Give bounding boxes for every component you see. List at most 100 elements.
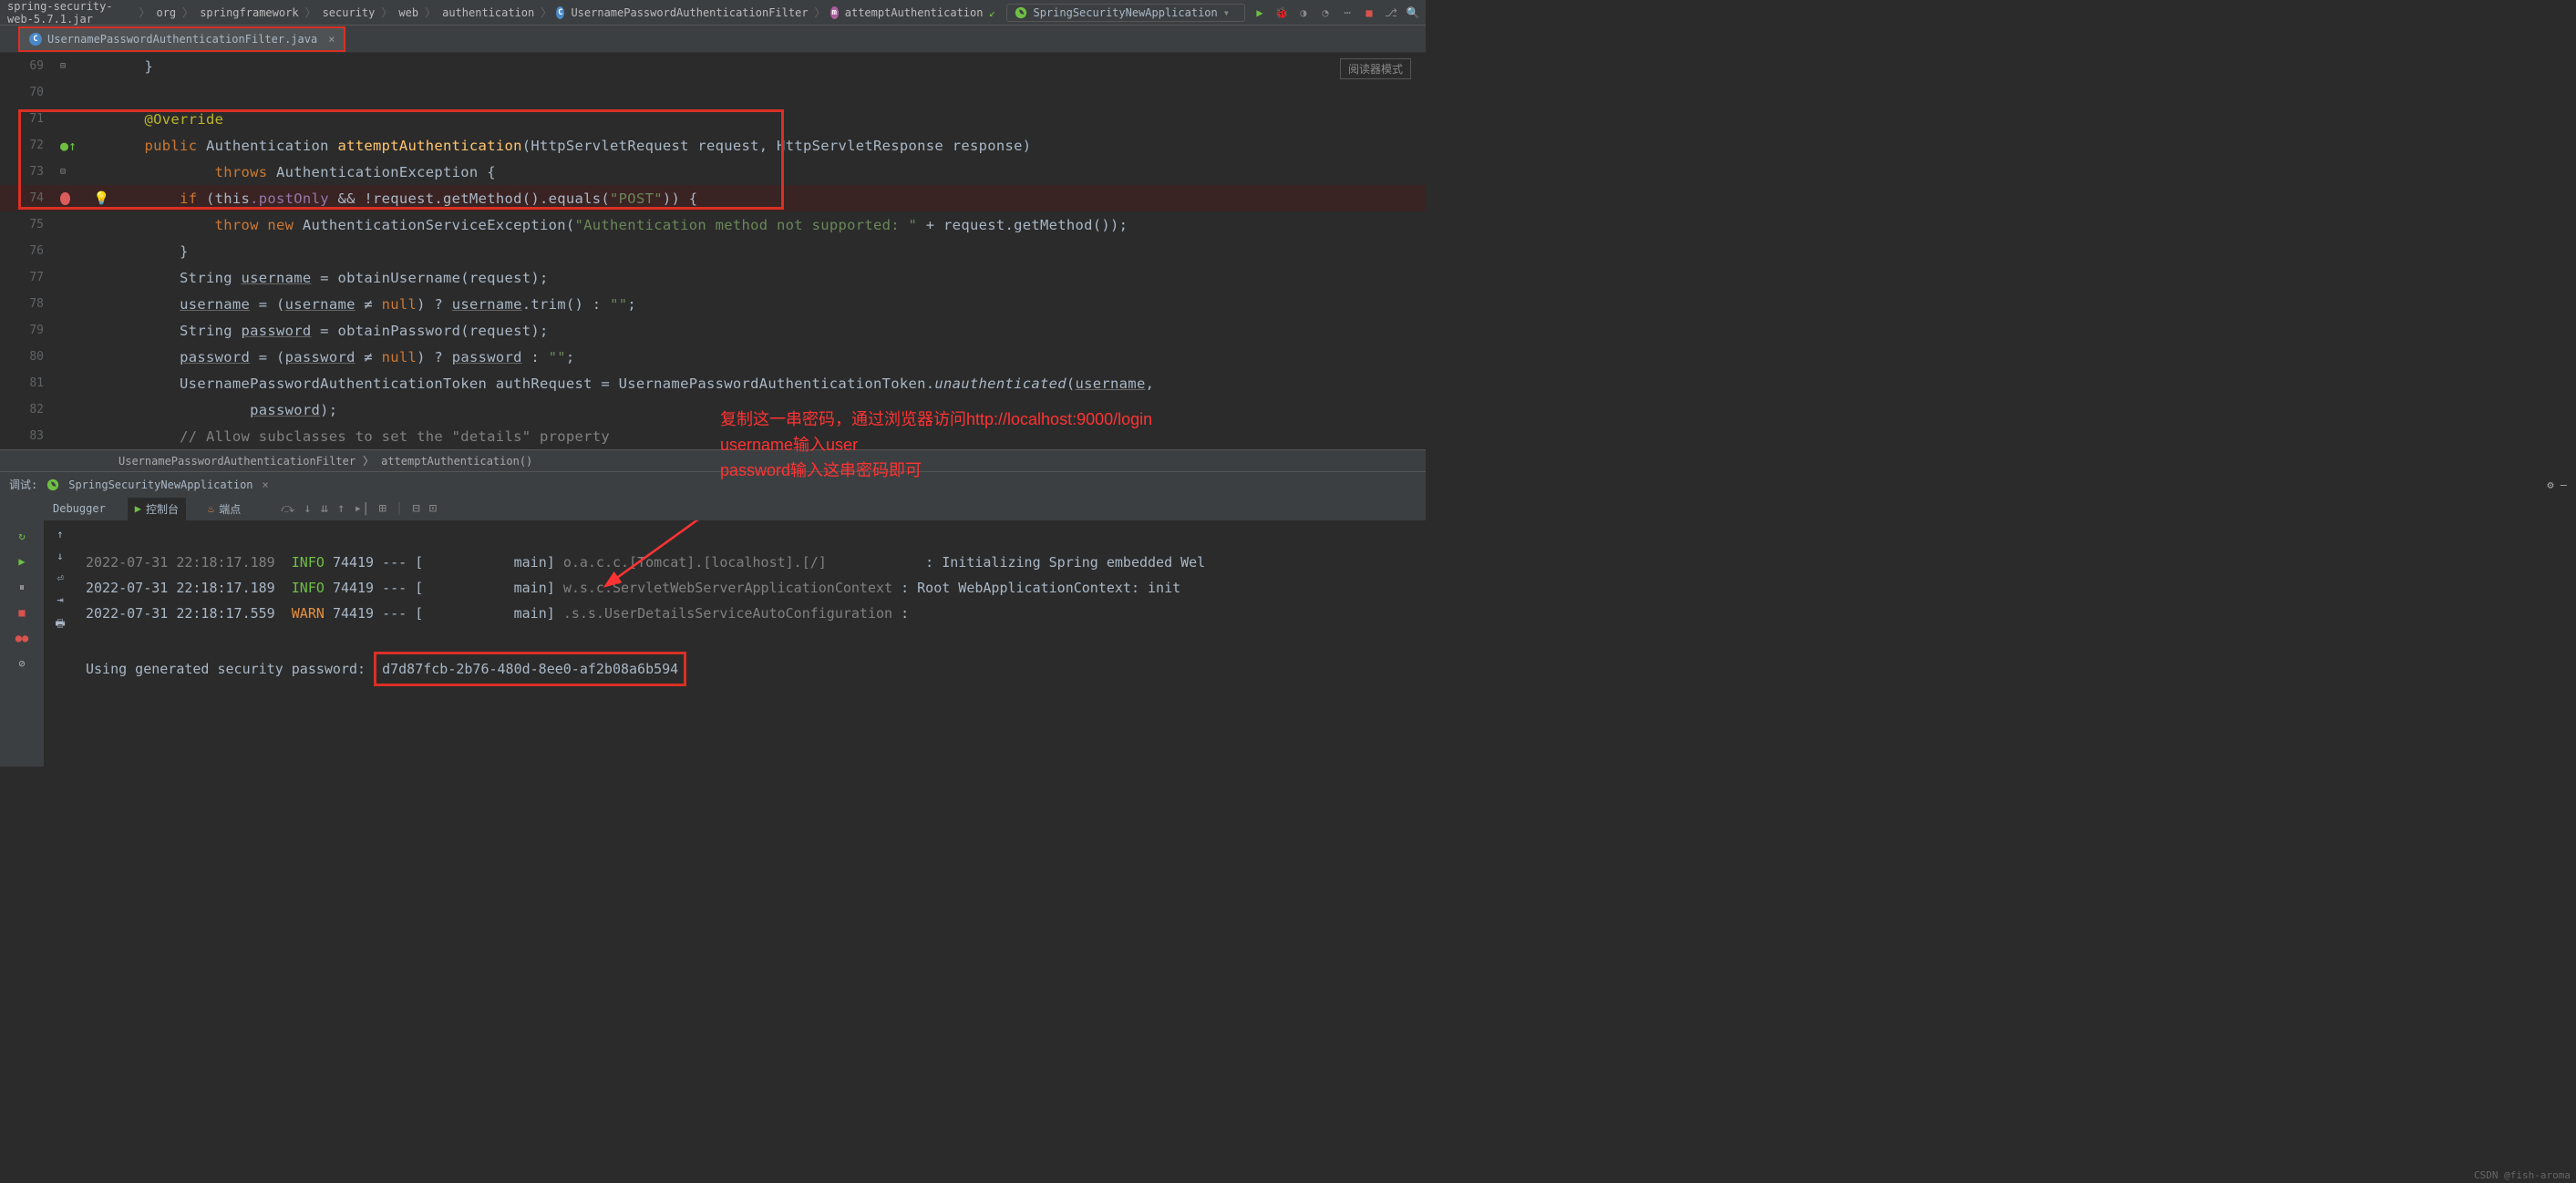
- soft-wrap-icon[interactable]: ⏎: [57, 571, 63, 584]
- coverage-icon[interactable]: ◑: [1296, 5, 1311, 20]
- chevron-right-icon: 〉: [182, 5, 193, 20]
- chevron-right-icon: 〉: [139, 5, 149, 20]
- line-number: 75: [0, 218, 55, 231]
- console-output[interactable]: 2022-07-31 22:18:17.189 INFO 74419 --- […: [77, 520, 1426, 766]
- gear-icon[interactable]: ⚙ —: [2547, 478, 2567, 491]
- breadcrumb: spring-security-web-5.7.1.jar 〉 org 〉 sp…: [5, 0, 984, 26]
- threads-icon[interactable]: ⊡: [429, 501, 437, 516]
- method-icon: m: [830, 6, 839, 19]
- mute-breakpoints-icon[interactable]: ⊘: [14, 655, 30, 672]
- chevron-right-icon: 〉: [305, 5, 316, 20]
- step-over-icon[interactable]: ⤼: [281, 501, 294, 516]
- stop-icon[interactable]: ■: [14, 604, 30, 621]
- console-panel: ↻ ▶ ⏸ ■ ●● ⊘ ↑ ↓ ⏎ ⇥ 🖶 2022-07-31 22:18:…: [0, 520, 1426, 766]
- rerun-icon[interactable]: ↻: [14, 528, 30, 544]
- toolbar-right: ↙ SpringSecurityNewApplication ▾ ▶ 🐞 ◑ ◔…: [984, 4, 1420, 22]
- breadcrumb-web[interactable]: web: [397, 6, 420, 19]
- breadcrumb-springframework[interactable]: springframework: [198, 6, 300, 19]
- code-line: if (this.postOnly && !request.getMethod(…: [109, 190, 697, 207]
- lightbulb-icon[interactable]: 💡: [94, 191, 109, 206]
- code-line: }: [109, 58, 153, 75]
- search-icon[interactable]: 🔍: [1406, 5, 1420, 20]
- debug-step-toolbar: ⤼ ↓ ⇊ ↑ ▸| ⊞ | ⊟ ⊡: [281, 501, 437, 516]
- debug-panel-header: 调试: SpringSecurityNewApplication × ⚙ —: [0, 471, 1426, 497]
- line-number: 71: [0, 112, 55, 126]
- step-out-icon[interactable]: ↑: [337, 501, 345, 516]
- debug-tab-console[interactable]: ▶ 控制台: [128, 498, 186, 520]
- force-step-into-icon[interactable]: ⇊: [321, 501, 328, 516]
- scroll-to-end-icon[interactable]: ⇥: [57, 593, 63, 606]
- file-tab-active[interactable]: C UsernamePasswordAuthenticationFilter.j…: [18, 26, 345, 52]
- fold-icon[interactable]: ⊟: [60, 167, 66, 177]
- debug-label: 调试:: [9, 477, 37, 492]
- code-line: String username = obtainUsername(request…: [109, 270, 549, 286]
- frames-icon[interactable]: ⊟: [412, 501, 419, 516]
- top-navigation-bar: spring-security-web-5.7.1.jar 〉 org 〉 sp…: [0, 0, 1426, 26]
- code-line: password);: [109, 402, 337, 418]
- chevron-right-icon: 〉: [363, 453, 374, 468]
- down-arrow-icon[interactable]: ↓: [57, 550, 63, 562]
- debug-session-name[interactable]: SpringSecurityNewApplication: [68, 478, 252, 491]
- breadcrumb-class[interactable]: UsernamePasswordAuthenticationFilter: [569, 6, 809, 19]
- debug-left-toolbar: ↻ ▶ ⏸ ■ ●● ⊘: [0, 520, 44, 766]
- reader-mode-button[interactable]: 阅读器模式: [1340, 58, 1411, 79]
- flame-icon: ♨: [208, 502, 214, 515]
- debug-tab-endpoints[interactable]: ♨ 端点: [201, 498, 248, 520]
- code-editor[interactable]: 阅读器模式 69 ⊟ } 70 71 @Override 72 ●↑ publi…: [0, 53, 1426, 449]
- fold-icon[interactable]: ⊟: [60, 61, 66, 71]
- line-number: 80: [0, 350, 55, 364]
- close-icon[interactable]: ×: [263, 478, 269, 491]
- step-into-icon[interactable]: ↓: [304, 501, 311, 516]
- run-to-cursor-icon[interactable]: ▸|: [355, 501, 370, 516]
- ellipsis-icon[interactable]: ⋯: [1340, 5, 1355, 20]
- chevron-right-icon: 〉: [541, 5, 551, 20]
- breakpoint-icon[interactable]: [60, 192, 70, 205]
- code-line: throws AuthenticationException {: [109, 164, 496, 180]
- breadcrumb-jar[interactable]: spring-security-web-5.7.1.jar: [5, 0, 134, 26]
- up-arrow-icon[interactable]: ↑: [57, 528, 63, 540]
- pause-icon[interactable]: ⏸: [14, 579, 30, 595]
- line-number: 81: [0, 376, 55, 390]
- class-icon: C: [29, 33, 42, 46]
- spring-leaf-icon: [46, 478, 59, 491]
- footer-class[interactable]: UsernamePasswordAuthenticationFilter: [118, 455, 355, 468]
- chevron-down-icon: ▾: [1223, 6, 1230, 19]
- breadcrumb-org[interactable]: org: [154, 6, 178, 19]
- chevron-right-icon: 〉: [425, 5, 436, 20]
- line-number: 83: [0, 429, 55, 443]
- generated-password-box: d7d87fcb-2b76-480d-8ee0-af2b08a6b594: [374, 652, 686, 686]
- code-line: username = (username ≠ null) ? username.…: [109, 296, 636, 313]
- breadcrumb-authentication[interactable]: authentication: [440, 6, 536, 19]
- override-gutter-icon[interactable]: ●↑: [60, 138, 77, 154]
- chevron-right-icon: 〉: [381, 5, 392, 20]
- print-icon[interactable]: 🖶: [55, 615, 65, 634]
- watermark: CSDN @fish-aroma: [2474, 1169, 2571, 1181]
- line-number: 77: [0, 271, 55, 284]
- stop-icon[interactable]: ■: [1362, 5, 1376, 20]
- debug-tab-debugger[interactable]: Debugger: [46, 499, 113, 519]
- profile-icon[interactable]: ◔: [1318, 5, 1333, 20]
- play-icon: ▶: [135, 502, 141, 515]
- debug-icon[interactable]: 🐞: [1274, 5, 1289, 20]
- debug-tabs-bar: Debugger ▶ 控制台 ♨ 端点 ⤼ ↓ ⇊ ↑ ▸| ⊞ | ⊟ ⊡: [0, 497, 1426, 520]
- footer-method[interactable]: attemptAuthentication(): [381, 455, 532, 468]
- code-line: UsernamePasswordAuthenticationToken auth…: [109, 375, 1154, 392]
- git-icon[interactable]: ⎇: [1384, 5, 1398, 20]
- view-breakpoints-icon[interactable]: ●●: [14, 630, 30, 646]
- console-left-toolbar: ↑ ↓ ⏎ ⇥ 🖶: [44, 520, 77, 766]
- close-icon[interactable]: ×: [328, 33, 335, 46]
- class-icon: C: [556, 6, 564, 19]
- line-number: 72: [0, 139, 55, 152]
- line-number: 76: [0, 244, 55, 258]
- run-config-select[interactable]: SpringSecurityNewApplication ▾: [1006, 4, 1245, 22]
- breadcrumb-security[interactable]: security: [321, 6, 377, 19]
- line-number: 78: [0, 297, 55, 311]
- line-number: 82: [0, 403, 55, 417]
- resume-icon[interactable]: ▶: [14, 553, 30, 570]
- evaluate-icon[interactable]: ⊞: [378, 501, 386, 516]
- editor-footer-breadcrumb: UsernamePasswordAuthenticationFilter 〉 a…: [0, 449, 1426, 471]
- code-line: String password = obtainPassword(request…: [109, 323, 549, 339]
- breadcrumb-method[interactable]: attemptAuthentication: [843, 6, 985, 19]
- run-icon[interactable]: ▶: [1252, 5, 1267, 20]
- back-arrow-icon[interactable]: ↙: [984, 5, 999, 20]
